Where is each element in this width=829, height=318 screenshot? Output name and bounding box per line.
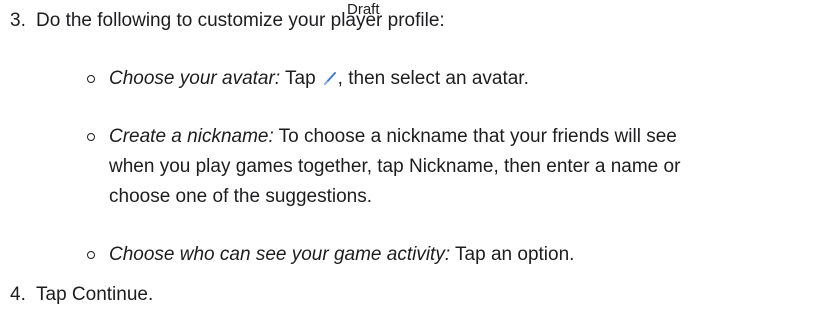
step-number: 3. xyxy=(10,10,26,31)
substep-game-activity: Choose who can see your game activity: T… xyxy=(87,240,824,270)
step-text: Tap Continue. xyxy=(36,284,154,305)
substep-choose-avatar: Choose your avatar: Tap , then select an … xyxy=(87,64,824,94)
substep-text: , then select an avatar. xyxy=(337,68,529,89)
substep-line: choose one of the suggestions. xyxy=(109,186,373,207)
step-number: 4. xyxy=(10,284,26,305)
substep-line: Create a nickname: To choose a nickname … xyxy=(109,122,824,152)
substep-label: Choose your avatar: xyxy=(109,68,281,89)
substep-text: Tap xyxy=(280,68,316,89)
substep-text: To choose a nickname that your friends w… xyxy=(273,126,677,147)
bullet-circle xyxy=(87,75,95,83)
substep-label: Choose who can see your game activity: xyxy=(109,244,451,265)
bullet-circle xyxy=(87,133,95,141)
step-text: Do the following to customize your playe… xyxy=(36,10,445,31)
pencil-icon xyxy=(322,66,338,85)
bullet-circle xyxy=(87,251,95,259)
substep-create-nickname: Create a nickname: To choose a nickname … xyxy=(87,122,824,212)
step-4: 4. Tap Continue. xyxy=(10,280,153,310)
substep-text: Tap an option. xyxy=(450,244,575,265)
draft-watermark: Draft xyxy=(347,1,380,18)
substep-line: when you play games together, tap Nickna… xyxy=(109,156,681,177)
substep-label: Create a nickname: xyxy=(109,126,274,147)
